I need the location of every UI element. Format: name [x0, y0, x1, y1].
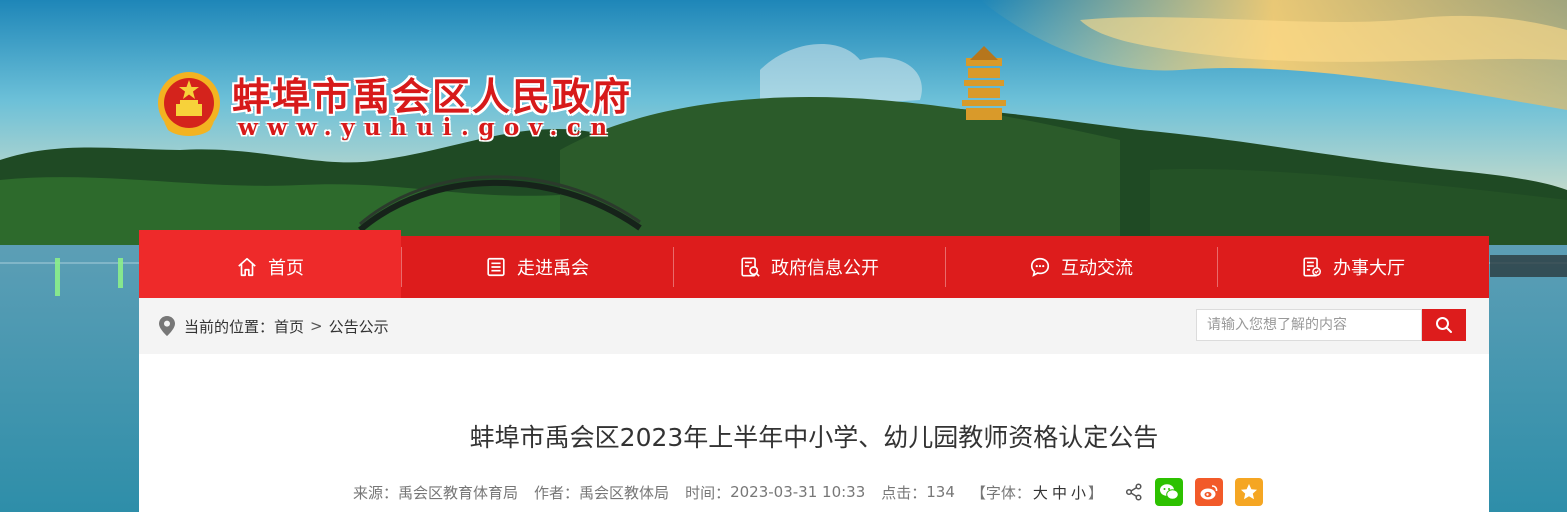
nav-interaction-label: 互动交流	[1061, 258, 1133, 279]
article-title: 蚌埠市禹会区2023年上半年中小学、幼儿园教师资格认定公告	[469, 423, 1159, 452]
home-icon	[238, 257, 256, 277]
clicks-label: 点击：	[881, 483, 927, 502]
breadcrumb: 当前的位置： 首页 > 公告公示	[159, 298, 389, 354]
author-label: 作者：	[534, 483, 580, 502]
breadcrumb-separator: >	[310, 317, 323, 335]
nav-about-yuhui-label: 走进禹会	[517, 258, 589, 279]
font-size-large[interactable]: 大	[1033, 482, 1048, 503]
search-input[interactable]	[1196, 309, 1422, 341]
breadcrumb-announcements-link[interactable]: 公告公示	[329, 316, 389, 337]
time-label: 时间：	[685, 483, 731, 502]
search-icon	[1436, 317, 1452, 333]
time-value: 2023-03-31 10:33	[730, 483, 866, 501]
source-label: 来源：	[353, 483, 399, 502]
clicks-value: 134	[926, 483, 955, 501]
wechat-icon	[1159, 484, 1179, 500]
location-pin-icon	[159, 316, 175, 336]
share-weibo-button[interactable]	[1194, 478, 1223, 506]
font-size-label: 【字体：	[970, 483, 1031, 502]
list-icon	[487, 257, 505, 277]
add-favorite-button[interactable]	[1234, 478, 1263, 506]
share-icon[interactable]	[1125, 483, 1143, 501]
source-value: 禹会区教育体育局	[398, 483, 519, 502]
nav-service-hall[interactable]: 办事大厅	[1217, 236, 1489, 298]
main-nav: 首页 走进禹会 政府信息公开 互动交流 办事大厅	[139, 230, 1489, 298]
nav-interaction[interactable]: 互动交流	[945, 236, 1217, 298]
service-hall-icon	[1303, 257, 1321, 277]
nav-gov-info-label: 政府信息公开	[771, 258, 879, 279]
article-meta: 来源： 禹会区教育体育局 作者： 禹会区教体局 时间： 2023-03-31 1…	[353, 478, 1263, 506]
nav-gov-info[interactable]: 政府信息公开	[673, 236, 945, 298]
chat-icon	[1030, 257, 1050, 277]
search-button[interactable]	[1422, 309, 1466, 341]
national-emblem-logo	[158, 72, 220, 136]
breadcrumb-home-link[interactable]: 首页	[274, 316, 304, 337]
breadcrumb-bar: 当前的位置： 首页 > 公告公示	[139, 298, 1489, 354]
font-size-medium[interactable]: 中	[1052, 482, 1067, 503]
article-container: 蚌埠市禹会区2023年上半年中小学、幼儿园教师资格认定公告 来源： 禹会区教育体…	[139, 354, 1489, 512]
site-title[interactable]: 蚌埠市禹会区人民政府	[232, 66, 632, 121]
document-icon	[741, 257, 760, 277]
font-size-close: 】	[1087, 483, 1103, 502]
author-value: 禹会区教体局	[579, 483, 670, 502]
nav-service-hall-label: 办事大厅	[1333, 258, 1405, 279]
site-domain: www.yuhui.gov.cn	[238, 114, 617, 141]
nav-about-yuhui[interactable]: 走进禹会	[401, 236, 673, 298]
font-size-small[interactable]: 小	[1071, 482, 1086, 503]
nav-home[interactable]: 首页	[139, 230, 401, 298]
nav-home-label: 首页	[268, 258, 304, 279]
star-icon	[1240, 484, 1257, 500]
share-wechat-button[interactable]	[1154, 478, 1183, 506]
weibo-icon	[1200, 485, 1218, 500]
breadcrumb-prefix: 当前的位置：	[184, 317, 275, 336]
